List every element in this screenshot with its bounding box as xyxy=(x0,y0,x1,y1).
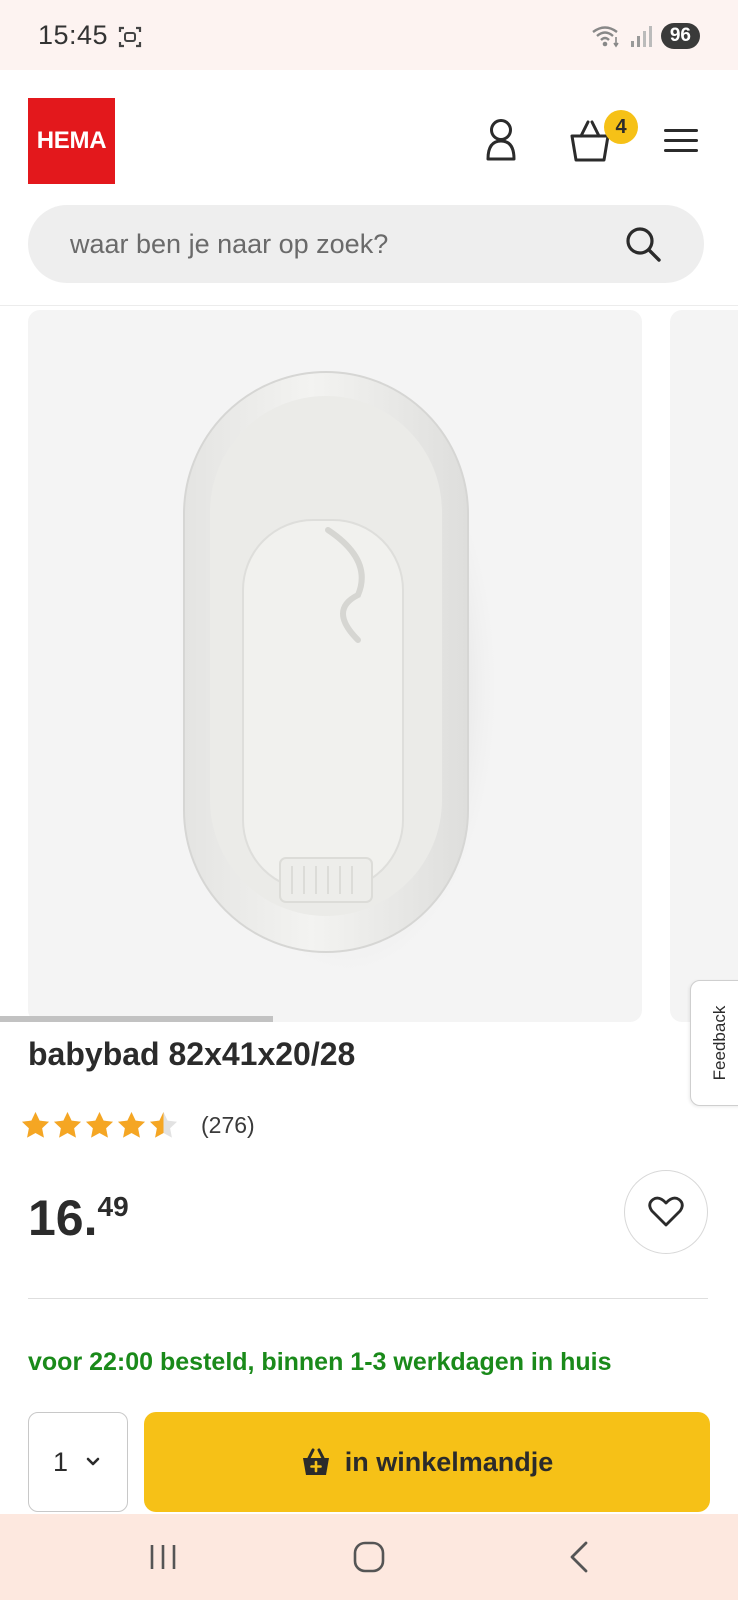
back-icon xyxy=(570,1541,588,1573)
gallery-progress-fill xyxy=(0,1016,274,1022)
search-bar xyxy=(28,205,704,283)
quantity-select[interactable]: 1 xyxy=(28,1412,128,1512)
search-input[interactable] xyxy=(70,205,610,283)
menu-icon[interactable] xyxy=(664,126,698,156)
recent-apps-button[interactable] xyxy=(140,1534,186,1580)
home-button[interactable] xyxy=(346,1534,392,1580)
divider xyxy=(28,1298,708,1299)
star-icon xyxy=(86,1112,113,1138)
signal-icon xyxy=(630,26,652,47)
heart-icon xyxy=(648,1196,684,1227)
feedback-tab[interactable]: Feedback xyxy=(690,980,738,1106)
product-image[interactable] xyxy=(28,310,642,1022)
home-icon xyxy=(353,1541,385,1573)
product-rating[interactable]: (276) xyxy=(20,1110,255,1141)
logo-text: HEMA xyxy=(36,127,107,154)
site-header: HEMA 4 xyxy=(0,70,738,306)
search-icon[interactable] xyxy=(624,225,662,263)
add-to-cart-button[interactable]: in winkelmandje xyxy=(144,1412,710,1512)
wifi-icon xyxy=(592,26,619,48)
rating-stars xyxy=(20,1110,179,1141)
star-icon xyxy=(150,1112,177,1138)
wishlist-button[interactable] xyxy=(624,1170,708,1254)
hema-logo[interactable]: HEMA xyxy=(28,98,115,184)
screenshot-icon xyxy=(118,26,142,48)
star-icon xyxy=(54,1112,81,1138)
cart-count-badge: 4 xyxy=(604,110,638,144)
system-nav-bar xyxy=(0,1514,738,1600)
chevron-down-icon xyxy=(86,1457,100,1466)
price-main: 16 xyxy=(28,1190,84,1246)
status-bar: 15:45 96 xyxy=(0,0,738,70)
delivery-info: voor 22:00 besteld, binnen 1-3 werkdagen… xyxy=(28,1348,612,1376)
star-icon xyxy=(22,1112,49,1138)
back-button[interactable] xyxy=(556,1534,602,1580)
battery-indicator: 96 xyxy=(660,23,700,49)
baby-bath-image xyxy=(183,371,498,975)
basket-add-icon xyxy=(302,1448,329,1475)
status-right: 96 xyxy=(591,22,700,50)
next-product-image[interactable] xyxy=(670,310,738,1022)
price-cents: 49 xyxy=(97,1191,129,1222)
account-icon[interactable] xyxy=(478,116,524,166)
product-price: 16 . 49 xyxy=(28,1190,129,1246)
status-time: 15:45 xyxy=(38,20,109,50)
price-separator: . xyxy=(83,1190,98,1246)
recent-apps-icon xyxy=(150,1545,176,1569)
star-icon xyxy=(118,1112,145,1138)
gallery-progress xyxy=(0,1016,738,1022)
add-to-cart-label: in winkelmandje xyxy=(344,1446,554,1477)
product-title: babybad 82x41x20/28 xyxy=(28,1036,356,1072)
quantity-value: 1 xyxy=(53,1446,69,1477)
product-gallery[interactable] xyxy=(0,308,738,1024)
review-count[interactable]: (276) xyxy=(201,1112,255,1139)
feedback-label: Feedback xyxy=(710,1005,729,1081)
